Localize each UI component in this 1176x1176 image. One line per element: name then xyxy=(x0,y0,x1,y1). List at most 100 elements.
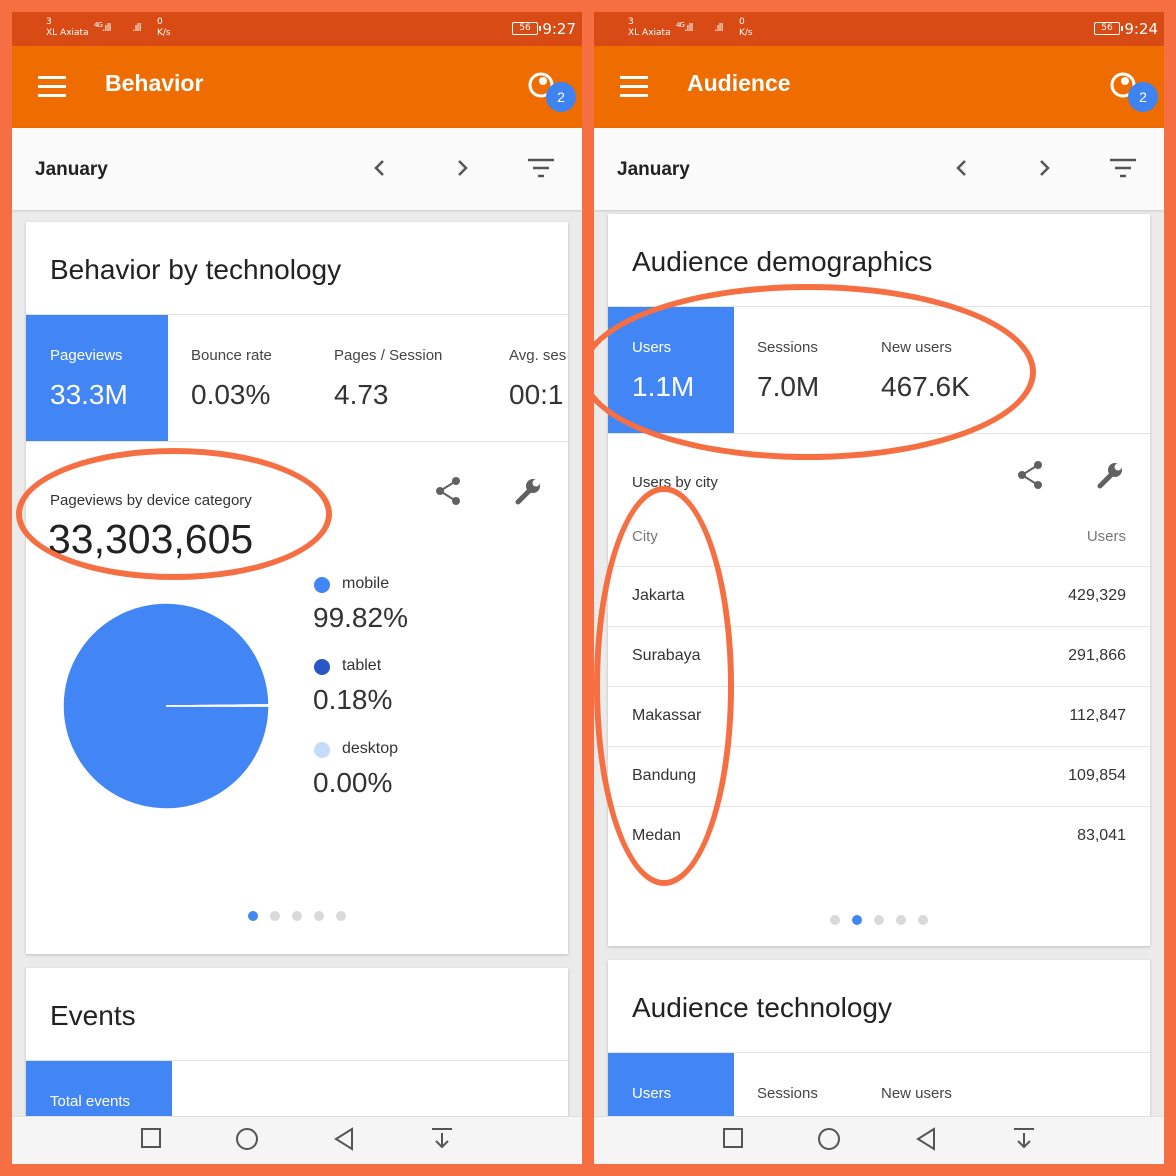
customize-wrench-icon[interactable] xyxy=(1096,460,1126,490)
menu-icon[interactable] xyxy=(38,76,66,97)
page-dot[interactable] xyxy=(292,911,302,921)
metric-pages-session[interactable]: Pages / Session 4.73 xyxy=(310,315,485,441)
page-dot[interactable] xyxy=(270,911,280,921)
legend-dot-desktop xyxy=(314,742,330,758)
page-indicator xyxy=(608,912,1150,930)
share-icon[interactable] xyxy=(434,476,464,506)
metric-value: 467.6K xyxy=(881,371,970,402)
metric-pageviews[interactable]: Pageviews 33.3M xyxy=(26,315,168,441)
metric-label: Avg. ses xyxy=(509,347,567,364)
legend-label-tablet: tablet xyxy=(342,657,382,674)
page-dot[interactable] xyxy=(852,915,862,925)
notification-badge[interactable]: 2 xyxy=(1128,82,1158,112)
signal-icon: 4G.ıll xyxy=(94,21,112,34)
filter-icon[interactable] xyxy=(528,158,554,178)
legend-label-desktop: desktop xyxy=(342,740,399,757)
customize-wrench-icon[interactable] xyxy=(514,476,544,506)
sim-number: 3 xyxy=(628,17,634,27)
notification-pull-icon[interactable] xyxy=(431,1127,453,1151)
page-dot[interactable] xyxy=(830,915,840,925)
date-range[interactable]: January xyxy=(35,159,108,181)
sim-number: 3 xyxy=(46,17,52,27)
status-bar: 3 XL Axiata 4G.ıll .ıll 0 K/s 56 9:27 xyxy=(12,12,582,46)
menu-icon[interactable] xyxy=(620,76,648,97)
back-icon[interactable] xyxy=(333,1127,355,1151)
metric-label: Sessions xyxy=(757,339,818,356)
page-dot[interactable] xyxy=(248,911,258,921)
city-cell: Surabaya xyxy=(608,626,897,687)
net-speed: 0 K/s xyxy=(157,17,171,39)
column-header-city[interactable]: City xyxy=(608,508,897,567)
metric-label: New users xyxy=(881,339,952,356)
behavior-card: Behavior by technology Pageviews 33.3M B… xyxy=(26,222,568,954)
table-subtitle: Users by city xyxy=(632,474,718,491)
page-dot[interactable] xyxy=(314,911,324,921)
table-row[interactable]: Makassar 112,847 xyxy=(608,686,1150,747)
share-icon[interactable] xyxy=(1016,460,1046,490)
metric-value: 33.3M xyxy=(50,379,128,410)
users-cell: 112,847 xyxy=(896,686,1150,747)
battery-icon: 56 xyxy=(1094,22,1123,35)
speed-value: 0 xyxy=(739,17,745,27)
notification-badge[interactable]: 2 xyxy=(546,82,576,112)
city-cell: Medan xyxy=(632,827,681,845)
page-dot[interactable] xyxy=(336,911,346,921)
table-row[interactable]: Medan 83,041 xyxy=(608,806,1150,866)
battery-icon: 56 xyxy=(512,22,541,35)
table-row[interactable]: Bandung 109,854 xyxy=(608,746,1150,807)
page-indicator xyxy=(26,908,568,926)
table-row[interactable]: Jakarta 429,329 xyxy=(608,566,1150,627)
metric-label: Pages / Session xyxy=(334,347,443,364)
metric-value: 7.0M xyxy=(757,371,820,402)
network-type: 4G xyxy=(94,21,103,29)
app-bar: Audience 2 xyxy=(594,46,1164,128)
home-icon[interactable] xyxy=(235,1127,259,1151)
metric-bounce-rate[interactable]: Bounce rate 0.03% xyxy=(167,315,310,441)
recents-icon[interactable] xyxy=(140,1127,162,1149)
carrier-info: 3 XL Axiata xyxy=(46,17,89,39)
system-nav-bar xyxy=(12,1116,582,1164)
metric-avg-session[interactable]: Avg. ses 00:1 xyxy=(485,315,568,441)
page-dot[interactable] xyxy=(896,915,906,925)
metric-new-users[interactable]: New users 467.6K xyxy=(857,307,1017,433)
chevron-right-icon[interactable] xyxy=(452,156,472,180)
city-cell: Makassar xyxy=(608,686,897,747)
network-type: 4G xyxy=(676,21,685,29)
metric-value: 4.73 xyxy=(334,379,389,410)
metrics-row: Pageviews 33.3M Bounce rate 0.03% Pages … xyxy=(26,314,568,442)
chevron-right-icon[interactable] xyxy=(1034,156,1054,180)
home-icon[interactable] xyxy=(817,1127,841,1151)
metrics-row: Users 1.1M Sessions 7.0M New users 467.6… xyxy=(608,306,1150,434)
metric-sessions[interactable]: Sessions 7.0M xyxy=(733,307,858,433)
page-dot[interactable] xyxy=(918,915,928,925)
total-value: 33,303,605 xyxy=(48,516,254,562)
legend-label-mobile: mobile xyxy=(342,575,390,592)
city-cell: Jakarta xyxy=(608,566,897,627)
users-cell: 83,041 xyxy=(1077,827,1126,845)
carrier-name: XL Axiata xyxy=(46,28,89,38)
recents-icon[interactable] xyxy=(722,1127,744,1149)
city-cell: Bandung xyxy=(608,746,897,807)
legend-value-tablet: 0.18% xyxy=(313,684,393,715)
notification-pull-icon[interactable] xyxy=(1013,1127,1035,1151)
carrier-name: XL Axiata xyxy=(628,28,671,38)
signal-icon-2: .ıll xyxy=(714,21,724,34)
date-range[interactable]: January xyxy=(617,159,690,181)
page-dot[interactable] xyxy=(874,915,884,925)
chevron-left-icon[interactable] xyxy=(952,156,972,180)
filter-icon[interactable] xyxy=(1110,158,1136,178)
left-screen: 3 XL Axiata 4G.ıll .ıll 0 K/s 56 9:27 Be… xyxy=(12,12,582,1164)
metric-users[interactable]: Users 1.1M xyxy=(608,307,734,433)
table-row[interactable]: Surabaya 291,866 xyxy=(608,626,1150,687)
back-icon[interactable] xyxy=(915,1127,937,1151)
metric-label: Users xyxy=(632,1085,672,1102)
chevron-left-icon[interactable] xyxy=(370,156,390,180)
column-header-users[interactable]: Users xyxy=(896,508,1150,567)
metric-label: New users xyxy=(881,1085,952,1102)
users-cell: 109,854 xyxy=(896,746,1150,807)
carrier-info: 3 XL Axiata xyxy=(628,17,671,39)
legend-value-desktop: 0.00% xyxy=(313,767,393,798)
clock: 9:24 xyxy=(1124,20,1158,38)
right-screen: 3 XL Axiata 4G.ıll .ıll 0 K/s 56 9:24 Au… xyxy=(594,12,1164,1164)
net-speed: 0 K/s xyxy=(739,17,753,39)
